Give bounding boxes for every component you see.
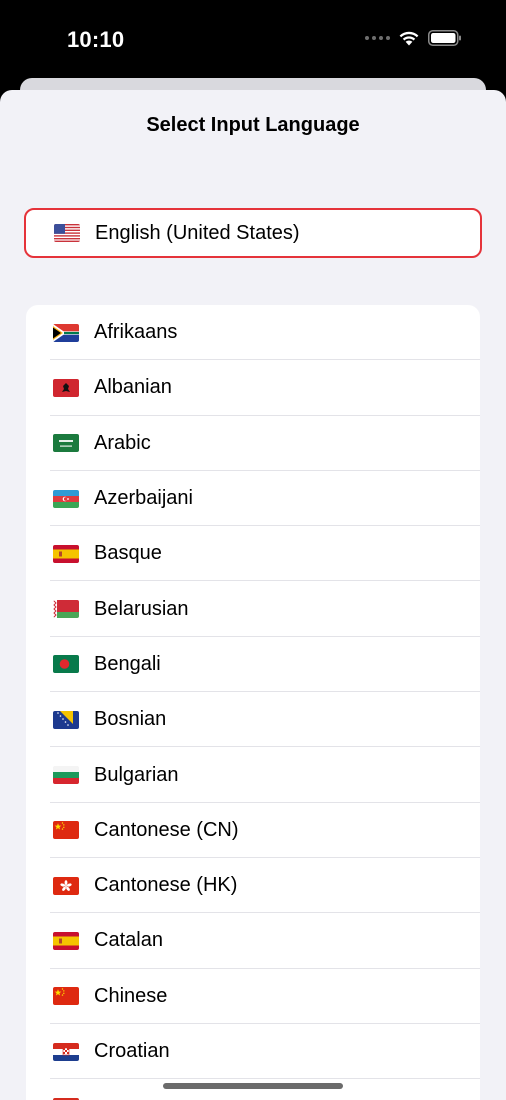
- wifi-icon: [399, 31, 419, 46]
- language-row-bulgarian[interactable]: Bulgarian: [26, 747, 480, 803]
- language-label: Cantonese (HK): [94, 874, 238, 897]
- us-flag-icon: [54, 224, 80, 242]
- bd-flag-icon: [53, 655, 79, 674]
- language-label: Cantonese (CN): [94, 818, 239, 841]
- language-label: Chinese: [94, 984, 168, 1007]
- selected-language-row[interactable]: English (United States): [24, 208, 482, 258]
- language-row-albanian[interactable]: Albanian: [26, 360, 480, 416]
- ba-flag-icon: [53, 710, 79, 729]
- sa-flag-icon: [53, 434, 79, 453]
- status-time: 10:10: [67, 27, 125, 52]
- home-indicator[interactable]: [163, 1083, 343, 1089]
- language-label: Croatian: [94, 1040, 170, 1062]
- language-row-belarusian[interactable]: Belarusian: [26, 581, 480, 637]
- language-row-bengali[interactable]: Bengali: [26, 637, 480, 693]
- language-label: Bengali: [94, 652, 161, 675]
- cellular-signal-icon: [365, 36, 390, 40]
- language-row-chinese[interactable]: Chinese: [26, 969, 480, 1024]
- language-label: Bosnian: [94, 708, 167, 731]
- hr-flag-icon: [53, 1042, 79, 1061]
- language-label: Arabic: [94, 431, 151, 454]
- hk-flag-icon: [53, 876, 79, 895]
- language-picker-sheet: Select Input Language English (United St…: [0, 90, 506, 1100]
- status-bar: 10:10: [0, 0, 506, 80]
- language-row-basque[interactable]: Basque: [26, 526, 480, 582]
- language-label: Afrikaans: [94, 321, 178, 344]
- language-row-croatian[interactable]: Croatian: [26, 1024, 480, 1080]
- language-row-bosnian[interactable]: Bosnian: [26, 692, 480, 748]
- language-row-arabic[interactable]: Arabic: [26, 416, 480, 471]
- language-label: Bulgarian: [94, 763, 179, 786]
- language-label: Albanian: [94, 376, 172, 399]
- selected-language-label: English (United States): [95, 221, 300, 244]
- status-icons: [365, 30, 462, 46]
- battery-icon: [428, 30, 461, 46]
- al-flag-icon: [53, 378, 79, 397]
- language-label: Azerbaijani: [94, 487, 193, 510]
- language-row-cantonese-hk[interactable]: Cantonese (HK): [26, 858, 480, 914]
- cn-flag-icon: [53, 821, 79, 840]
- language-row-cantonese-cn[interactable]: Cantonese (CN): [26, 803, 480, 858]
- language-list: Afrikaans Albanian Arabic Azerbaijani Ba…: [26, 305, 480, 1100]
- language-row-azerbaijani[interactable]: Azerbaijani: [26, 471, 480, 527]
- language-label: Belarusian: [94, 597, 189, 620]
- bg-flag-icon: [53, 766, 79, 785]
- by-flag-icon: [53, 600, 79, 619]
- za-flag-icon: [53, 323, 79, 342]
- es-flag-icon: [53, 544, 79, 563]
- language-row-catalan[interactable]: Catalan: [26, 913, 480, 969]
- sheet-title: Select Input Language: [146, 114, 360, 136]
- language-row-afrikaans[interactable]: Afrikaans: [26, 305, 480, 361]
- cn-flag-icon: [53, 987, 79, 1006]
- az-flag-icon: [53, 489, 79, 508]
- es-flag-icon: [53, 931, 79, 950]
- language-label: Basque: [94, 542, 162, 565]
- language-label: Catalan: [94, 929, 163, 952]
